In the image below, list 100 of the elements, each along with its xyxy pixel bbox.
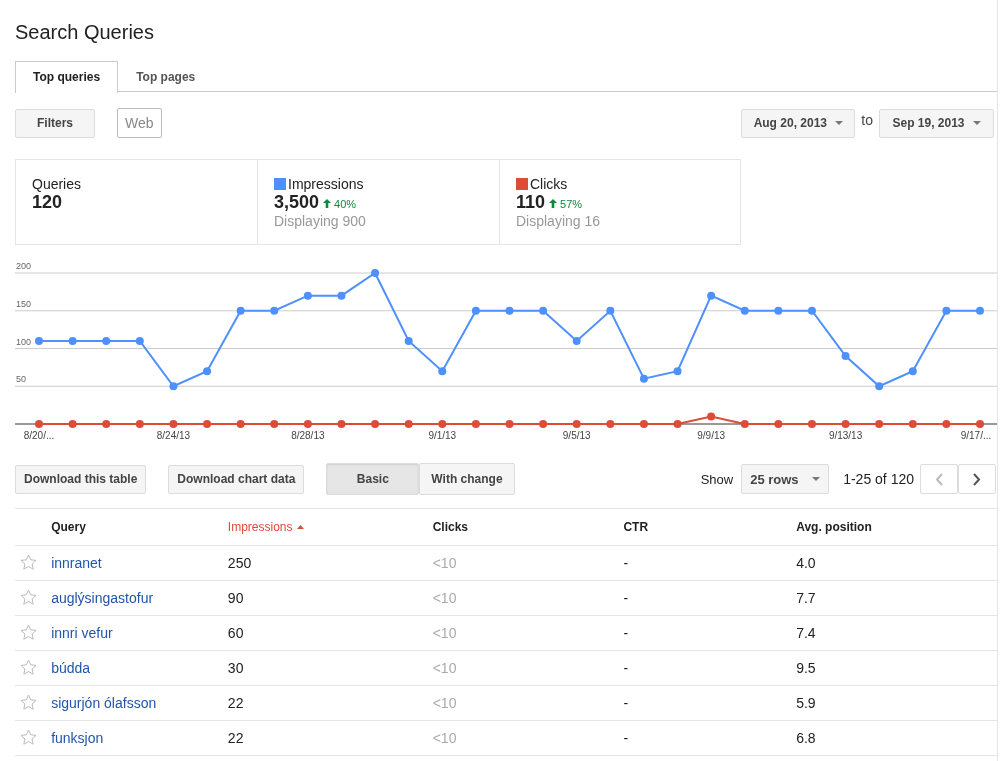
column-header[interactable]: CTR bbox=[623, 520, 649, 534]
download-button[interactable]: Download this table bbox=[15, 464, 147, 494]
data-point bbox=[707, 291, 716, 300]
star-icon[interactable] bbox=[20, 553, 37, 570]
query-link[interactable]: sigurjón ólafsson bbox=[51, 695, 157, 711]
caret-icon bbox=[812, 477, 821, 481]
star-icon[interactable] bbox=[20, 728, 37, 745]
data-point bbox=[471, 306, 480, 315]
data-point bbox=[236, 420, 245, 428]
table-cell: 9.5 bbox=[796, 660, 816, 676]
data-point bbox=[404, 420, 413, 428]
data-point bbox=[203, 420, 212, 428]
data-point bbox=[976, 306, 984, 315]
x-tick-label: 9/5/13 bbox=[562, 430, 591, 441]
caret-icon bbox=[835, 121, 843, 125]
data-point bbox=[774, 306, 783, 315]
query-link[interactable]: innri vefur bbox=[51, 625, 113, 641]
query-link[interactable]: auglýsingastofur bbox=[51, 590, 154, 606]
column-header[interactable]: Query bbox=[51, 520, 86, 534]
metric-change: 57% bbox=[560, 197, 583, 210]
start-date-dropdown[interactable]: Aug 20, 2013 bbox=[741, 108, 856, 138]
data-point bbox=[539, 306, 548, 315]
filters-button[interactable]: Filters bbox=[15, 108, 95, 138]
data-point bbox=[371, 269, 380, 277]
data-point bbox=[102, 336, 111, 345]
column-header[interactable]: Impressions bbox=[227, 520, 304, 534]
up-arrow-icon bbox=[549, 199, 558, 208]
star-icon[interactable] bbox=[20, 623, 37, 640]
sort-ascending-icon bbox=[296, 525, 304, 529]
data-point bbox=[908, 367, 917, 376]
x-tick-label: 9/13/13 bbox=[828, 430, 863, 441]
data-point bbox=[169, 420, 178, 428]
star-icon[interactable] bbox=[20, 693, 37, 710]
rows-dropdown[interactable]: 25 rows bbox=[741, 464, 830, 494]
data-point bbox=[68, 336, 77, 345]
next-page-button[interactable] bbox=[958, 464, 996, 494]
data-point bbox=[807, 306, 816, 315]
tab[interactable]: Top queries bbox=[15, 61, 119, 93]
data-point bbox=[606, 420, 615, 428]
table-cell: 22 bbox=[227, 695, 244, 711]
data-point bbox=[740, 420, 749, 428]
y-tick-label: 150 bbox=[16, 298, 32, 309]
x-tick-label: 8/24/13 bbox=[156, 430, 191, 441]
data-point bbox=[875, 420, 884, 428]
query-link[interactable]: innranet bbox=[51, 555, 102, 571]
data-point bbox=[337, 420, 346, 428]
star-icon[interactable] bbox=[20, 588, 37, 605]
table-cell: - bbox=[623, 590, 629, 606]
data-point bbox=[135, 420, 144, 428]
pagination-range: 1-25 of 120 bbox=[843, 471, 914, 487]
page-title: Search Queries bbox=[15, 20, 155, 45]
data-point bbox=[303, 291, 312, 300]
column-header[interactable]: Clicks bbox=[432, 520, 469, 534]
data-point bbox=[774, 420, 783, 428]
date-separator: to bbox=[861, 112, 873, 128]
y-tick-label: 200 bbox=[16, 261, 32, 271]
table-cell: 250 bbox=[227, 555, 252, 571]
data-point bbox=[942, 306, 951, 315]
data-point bbox=[572, 420, 581, 428]
table-cell: - bbox=[623, 695, 629, 711]
table-cell: - bbox=[623, 730, 629, 746]
data-point bbox=[135, 336, 144, 345]
x-tick-label: 9/17/... bbox=[960, 430, 992, 441]
data-point bbox=[807, 420, 816, 428]
table-cell: <10 bbox=[432, 555, 457, 571]
data-point bbox=[673, 420, 682, 428]
view-toggle[interactable]: With change bbox=[419, 463, 515, 495]
data-point bbox=[236, 306, 245, 315]
table-cell: <10 bbox=[432, 730, 457, 746]
end-date-dropdown[interactable]: Sep 19, 2013 bbox=[879, 108, 994, 138]
table-cell: - bbox=[623, 660, 629, 676]
data-point bbox=[35, 336, 43, 345]
tab[interactable]: Top pages bbox=[118, 61, 214, 91]
y-tick-label: 100 bbox=[16, 336, 32, 347]
metric-subtext: Displaying 900 bbox=[274, 213, 367, 229]
table-cell: <10 bbox=[432, 660, 457, 676]
query-link[interactable]: búdda bbox=[51, 660, 91, 676]
download-button[interactable]: Download chart data bbox=[168, 464, 305, 494]
data-point bbox=[169, 382, 178, 391]
data-point bbox=[337, 291, 346, 300]
star-icon[interactable] bbox=[20, 658, 37, 675]
filter-chip[interactable]: Web bbox=[117, 108, 162, 138]
data-point bbox=[270, 306, 279, 315]
data-point bbox=[572, 336, 581, 345]
chevron-left-icon bbox=[935, 472, 943, 486]
data-point bbox=[505, 306, 514, 315]
data-point bbox=[639, 374, 648, 383]
table-cell: 6.8 bbox=[796, 730, 816, 746]
table-cell: 7.7 bbox=[796, 590, 816, 606]
data-point bbox=[68, 420, 77, 428]
query-link[interactable]: funksjon bbox=[51, 730, 104, 746]
up-arrow-icon bbox=[323, 199, 332, 208]
data-point bbox=[102, 420, 111, 428]
column-header[interactable]: Avg. position bbox=[796, 520, 872, 534]
x-tick-label: 9/1/13 bbox=[428, 430, 457, 441]
metric-value: 3,500 bbox=[274, 192, 320, 213]
table-cell: <10 bbox=[432, 590, 457, 606]
data-point bbox=[673, 367, 682, 376]
view-toggle[interactable]: Basic bbox=[326, 463, 420, 495]
previous-page-button[interactable] bbox=[920, 464, 958, 494]
